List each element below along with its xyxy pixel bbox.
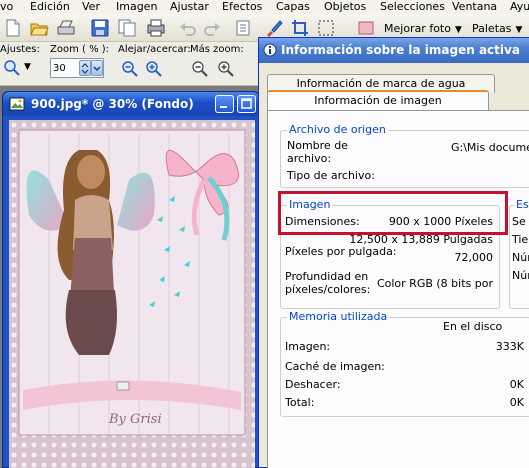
- menu-bar: vo Edición Ver Imagen Ajustar Efectos Ca…: [0, 0, 529, 14]
- memory-title: Memoria utilizada: [287, 310, 390, 323]
- ppi-value: 72,000: [454, 251, 494, 264]
- menu-help[interactable]: Ayu: [510, 0, 529, 13]
- tab-image-info[interactable]: Información de imagen: [267, 90, 489, 110]
- menu-window[interactable]: Ventana: [452, 0, 497, 13]
- memory-cache-label: Caché de imagen:: [285, 360, 385, 373]
- dimensions-highlight-box: [278, 191, 508, 235]
- document-window: 900.jpg* @ 30% (Fondo) By Grisi: [2, 91, 260, 468]
- selection-icon[interactable]: [316, 18, 336, 38]
- more-zoom-label: Más zoom:: [190, 44, 244, 55]
- crop-icon[interactable]: [290, 18, 310, 38]
- menu-selections[interactable]: Selecciones: [380, 0, 445, 13]
- extra-row-2: Tien: [512, 233, 529, 246]
- image-canvas[interactable]: By Grisi: [9, 120, 255, 468]
- extra-row-1: Se h: [512, 215, 529, 228]
- extra-info-title: Est: [514, 198, 529, 211]
- copy-merged-icon[interactable]: [234, 18, 254, 38]
- scan-icon[interactable]: [56, 18, 76, 38]
- minimize-button[interactable]: [215, 95, 234, 113]
- preset-dropdown-arrow[interactable]: ▼: [24, 62, 31, 72]
- open-icon[interactable]: [29, 18, 49, 38]
- copy-icon[interactable]: [117, 18, 137, 38]
- brush-icon[interactable]: [264, 18, 284, 38]
- zoom-step-out-icon[interactable]: [190, 59, 210, 79]
- dialog-title-bar[interactable]: Información sobre la imagen activa: [259, 38, 529, 63]
- filetype-label: Tipo de archivo:: [287, 169, 375, 182]
- menu-view[interactable]: Ver: [82, 0, 100, 13]
- memory-undo-label: Deshacer:: [285, 378, 341, 391]
- memory-image-label: Imagen:: [285, 340, 331, 353]
- memory-undo-value: 0K: [509, 378, 524, 391]
- print-icon[interactable]: [146, 18, 166, 38]
- image-info-panel: Archivo de origen Nombre de archivo: G:\…: [267, 110, 529, 468]
- zoom-out-icon[interactable]: [120, 59, 140, 79]
- enhance-photo-button[interactable]: Mejorar foto ▼: [384, 22, 462, 35]
- image-document-icon: [9, 97, 25, 111]
- extra-row-3: Núm: [512, 251, 529, 264]
- palettes-button[interactable]: Paletas ▼: [472, 22, 522, 35]
- maximize-button[interactable]: [237, 95, 256, 113]
- memory-group: Memoria utilizada En el disco Imagen: 33…: [280, 310, 529, 417]
- save-icon[interactable]: [90, 18, 110, 38]
- extra-info-group: Est Se h Tien Núm Núm: [509, 198, 529, 309]
- on-disk-header: En el disco: [443, 320, 503, 333]
- menu-adjust[interactable]: Ajustar: [170, 0, 209, 13]
- zoom-spin-button[interactable]: [79, 60, 91, 76]
- source-file-title: Archivo de origen: [287, 123, 388, 136]
- menu-image[interactable]: Imagen: [116, 0, 157, 13]
- memory-total-label: Total:: [285, 396, 315, 409]
- depth-label: Profundidad en píxeles/colores:: [285, 270, 371, 296]
- document-title: 900.jpg* @ 30% (Fondo): [31, 97, 194, 111]
- info-icon: [263, 43, 277, 57]
- menu-edit[interactable]: Edición: [30, 0, 70, 13]
- ppi-label: Píxeles por pulgada:: [285, 245, 397, 258]
- presets-label: Ajustes:: [0, 44, 40, 55]
- memory-image-value: 333K: [495, 340, 524, 353]
- menu-layers[interactable]: Capas: [276, 0, 310, 13]
- new-icon[interactable]: [3, 18, 23, 38]
- zoom-percent-label: Zoom ( % ):: [50, 44, 110, 55]
- zoom-percent-field[interactable]: [50, 58, 104, 78]
- signature-watermark: By Grisi: [109, 412, 162, 427]
- document-title-bar[interactable]: 900.jpg* @ 30% (Fondo): [3, 92, 259, 116]
- source-file-group: Archivo de origen Nombre de archivo: G:\…: [280, 123, 529, 188]
- zoom-percent-input[interactable]: [53, 61, 77, 75]
- menu-effects[interactable]: Efectos: [222, 0, 262, 13]
- zoom-in-icon[interactable]: [144, 59, 164, 79]
- zoom-preset-icon[interactable]: [2, 58, 22, 78]
- image-info-dialog: Información sobre la imagen activa Infor…: [258, 37, 529, 468]
- zoom-step-in-icon[interactable]: [216, 59, 236, 79]
- enhance-photo-icon[interactable]: [356, 18, 376, 38]
- redo-icon[interactable]: [202, 18, 222, 38]
- memory-total-value: 0K: [509, 396, 524, 409]
- zoom-dropdown-button[interactable]: [91, 60, 103, 76]
- extra-row-4: Núm: [512, 269, 529, 282]
- zoom-in-out-label: Alejar/acercar:: [118, 44, 191, 55]
- filename-value: G:\Mis documen: [451, 141, 529, 154]
- menu-file[interactable]: vo: [0, 0, 13, 13]
- depth-value: Color RGB (8 bits por: [376, 277, 493, 290]
- menu-objects[interactable]: Objetos: [324, 0, 366, 13]
- dialog-title: Información sobre la imagen activa: [281, 43, 520, 57]
- filename-label: Nombre de archivo:: [287, 139, 348, 165]
- undo-icon[interactable]: [178, 18, 198, 38]
